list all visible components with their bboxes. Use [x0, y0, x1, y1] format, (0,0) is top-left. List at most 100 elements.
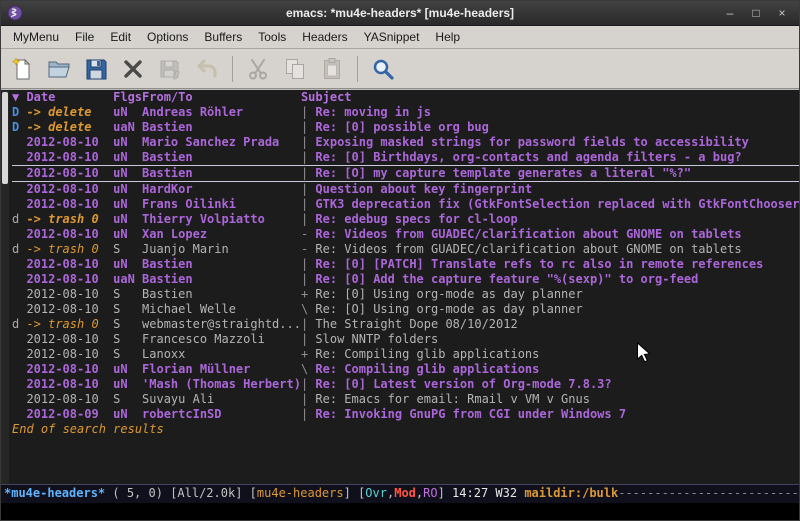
message-date: 2012-08-10: [26, 272, 113, 287]
open-file-icon[interactable]: [43, 54, 75, 84]
message-subject: | Question about key fingerprint: [301, 182, 799, 197]
minibuffer: [1, 503, 799, 520]
message-row[interactable]: 2012-08-10uNFrans Oilinki| GTK3 deprecat…: [12, 197, 799, 212]
thread-prefix: \: [301, 302, 315, 316]
menu-tools[interactable]: Tools: [250, 27, 294, 47]
column-header-from[interactable]: From/To: [142, 90, 301, 105]
message-date: 2012-08-10: [26, 347, 113, 362]
thread-prefix: |: [301, 212, 315, 226]
message-mark: [12, 272, 26, 287]
emacs-app-icon[interactable]: [7, 5, 23, 21]
message-date: 2012-08-10: [26, 287, 113, 302]
message-row[interactable]: 2012-08-10uNHardKor| Question about key …: [12, 182, 799, 197]
thread-prefix: +: [301, 287, 315, 301]
message-row[interactable]: d-> trash 0uNThierry Volpiatto| Re: edeb…: [12, 212, 799, 227]
message-row[interactable]: 2012-08-10uNXan Lopez- Re: Videos from G…: [12, 227, 799, 242]
message-date: 2012-08-10: [26, 135, 113, 150]
subject-text: Re: [0] Add the capture feature "%(sexp)…: [315, 272, 698, 286]
scrollbar-thumb[interactable]: [2, 92, 8, 184]
message-subject: - Re: Videos from GUADEC/clarification a…: [301, 242, 799, 257]
message-subject: | Re: Emacs for email: Rmail v VM v Gnus: [301, 392, 799, 407]
close-button[interactable]: ×: [773, 5, 791, 21]
column-header-date[interactable]: Date: [26, 90, 113, 105]
message-row[interactable]: d-> trash 0Swebmaster@straightd...| The …: [12, 317, 799, 332]
message-subject: | Re: [0] possible org bug: [301, 120, 799, 135]
menu-help[interactable]: Help: [427, 27, 468, 47]
cut-icon: [242, 54, 274, 84]
message-mark: [12, 347, 26, 362]
message-mark: d: [12, 242, 26, 257]
window-title: emacs: *mu4e-headers* [mu4e-headers]: [1, 6, 799, 20]
scrollbar[interactable]: [1, 90, 9, 484]
sort-indicator-icon[interactable]: ▼: [12, 90, 26, 105]
message-flags: uN: [113, 150, 142, 165]
menu-edit[interactable]: Edit: [102, 27, 139, 47]
save-icon[interactable]: [80, 54, 112, 84]
message-row[interactable]: d-> trash 0SJuanjo Marin- Re: Videos fro…: [12, 242, 799, 257]
search-icon[interactable]: [367, 54, 399, 84]
message-flags: uN: [113, 212, 142, 227]
message-subject: + Re: [0] Using org-mode as day planner: [301, 287, 799, 302]
message-from: 'Mash (Thomas Herbert): [142, 377, 301, 392]
message-row[interactable]: 2012-08-10uNBastien| Re: [0] [PATCH] Tra…: [12, 257, 799, 272]
message-from: Michael Welle: [142, 302, 301, 317]
close-buffer-icon[interactable]: [117, 54, 149, 84]
thread-prefix: |: [301, 105, 315, 119]
message-mark: [12, 166, 26, 181]
message-flags: uN: [113, 377, 142, 392]
message-subject: \ Re: [O] Using org-mode as day planner: [301, 302, 799, 317]
message-mark: D: [12, 105, 26, 120]
paste-icon: [316, 54, 348, 84]
message-date: 2012-08-10: [26, 377, 113, 392]
message-mark: [12, 392, 26, 407]
undo-icon: [191, 54, 223, 84]
message-row[interactable]: 2012-08-10uNMario Sanchez Prada| Exposin…: [12, 135, 799, 150]
message-flags: S: [113, 302, 142, 317]
message-date: -> trash 0: [26, 242, 113, 257]
message-mark: [12, 182, 26, 197]
menu-mymenu[interactable]: MyMenu: [5, 27, 67, 47]
menu-buffers[interactable]: Buffers: [196, 27, 250, 47]
message-flags: uN: [113, 362, 142, 377]
subject-text: Re: [O] my capture template generates a …: [315, 166, 691, 180]
message-subject: | Re: [0] Latest version of Org-mode 7.8…: [301, 377, 799, 392]
message-date: 2012-08-10: [26, 227, 113, 242]
header-line[interactable]: ▼ Date Flgs From/To Subject: [12, 90, 799, 105]
thread-prefix: |: [301, 392, 315, 406]
menu-options[interactable]: Options: [139, 27, 196, 47]
message-row[interactable]: 2012-08-10uN'Mash (Thomas Herbert)| Re: …: [12, 377, 799, 392]
maximize-button[interactable]: □: [747, 5, 765, 21]
message-row[interactable]: 2012-08-10SSuvayu Ali| Re: Emacs for ema…: [12, 392, 799, 407]
message-row[interactable]: 2012-08-10SFrancesco Mazzoli| Slow NNTP …: [12, 332, 799, 347]
message-row[interactable]: 2012-08-10uNBastien| Re: [0] Birthdays, …: [12, 150, 799, 165]
column-header-subject[interactable]: Subject: [301, 90, 799, 105]
message-flags: S: [113, 347, 142, 362]
message-row[interactable]: 2012-08-10SLanoxx+ Re: Compiling glib ap…: [12, 347, 799, 362]
message-flags: uaN: [113, 272, 142, 287]
message-row[interactable]: 2012-08-10SBastien+ Re: [0] Using org-mo…: [12, 287, 799, 302]
window-buttons: – □ ×: [721, 5, 791, 21]
message-row[interactable]: 2012-08-10uaNBastien| Re: [0] Add the ca…: [12, 272, 799, 287]
subject-text: Re: Compiling glib applications: [315, 362, 539, 376]
message-from: Juanjo Marin: [142, 242, 301, 257]
message-date: 2012-08-10: [26, 197, 113, 212]
message-subject: | Re: [0] [PATCH] Translate refs to rc a…: [301, 257, 799, 272]
message-row[interactable]: 2012-08-10uNFlorian Müllner\ Re: Compili…: [12, 362, 799, 377]
message-row[interactable]: D-> deleteuNAndreas Röhler| Re: moving i…: [12, 105, 799, 120]
message-from: Bastien: [142, 120, 301, 135]
modeline[interactable]: *mu4e-headers* ( 5, 0) [All/2.0k] [mu4e-…: [1, 484, 799, 503]
titlebar: emacs: *mu4e-headers* [mu4e-headers] – □…: [1, 1, 799, 26]
subject-text: Re: Videos from GUADEC/clarification abo…: [315, 227, 741, 241]
menu-headers[interactable]: Headers: [294, 27, 355, 47]
message-row[interactable]: 2012-08-10SMichael Welle\ Re: [O] Using …: [12, 302, 799, 317]
message-row[interactable]: D-> deleteuaNBastien| Re: [0] possible o…: [12, 120, 799, 135]
column-header-flags[interactable]: Flgs: [113, 90, 142, 105]
menu-yasnippet[interactable]: YASnippet: [356, 27, 428, 47]
message-from: Thierry Volpiatto: [142, 212, 301, 227]
new-file-icon[interactable]: [6, 54, 38, 84]
menu-file[interactable]: File: [67, 27, 102, 47]
message-row[interactable]: 2012-08-10uNBastien| Re: [O] my capture …: [12, 165, 799, 182]
message-row[interactable]: 2012-08-09uNrobertcInSD| Re: Invoking Gn…: [12, 407, 799, 422]
message-mark: [12, 150, 26, 165]
minimize-button[interactable]: –: [721, 5, 739, 21]
